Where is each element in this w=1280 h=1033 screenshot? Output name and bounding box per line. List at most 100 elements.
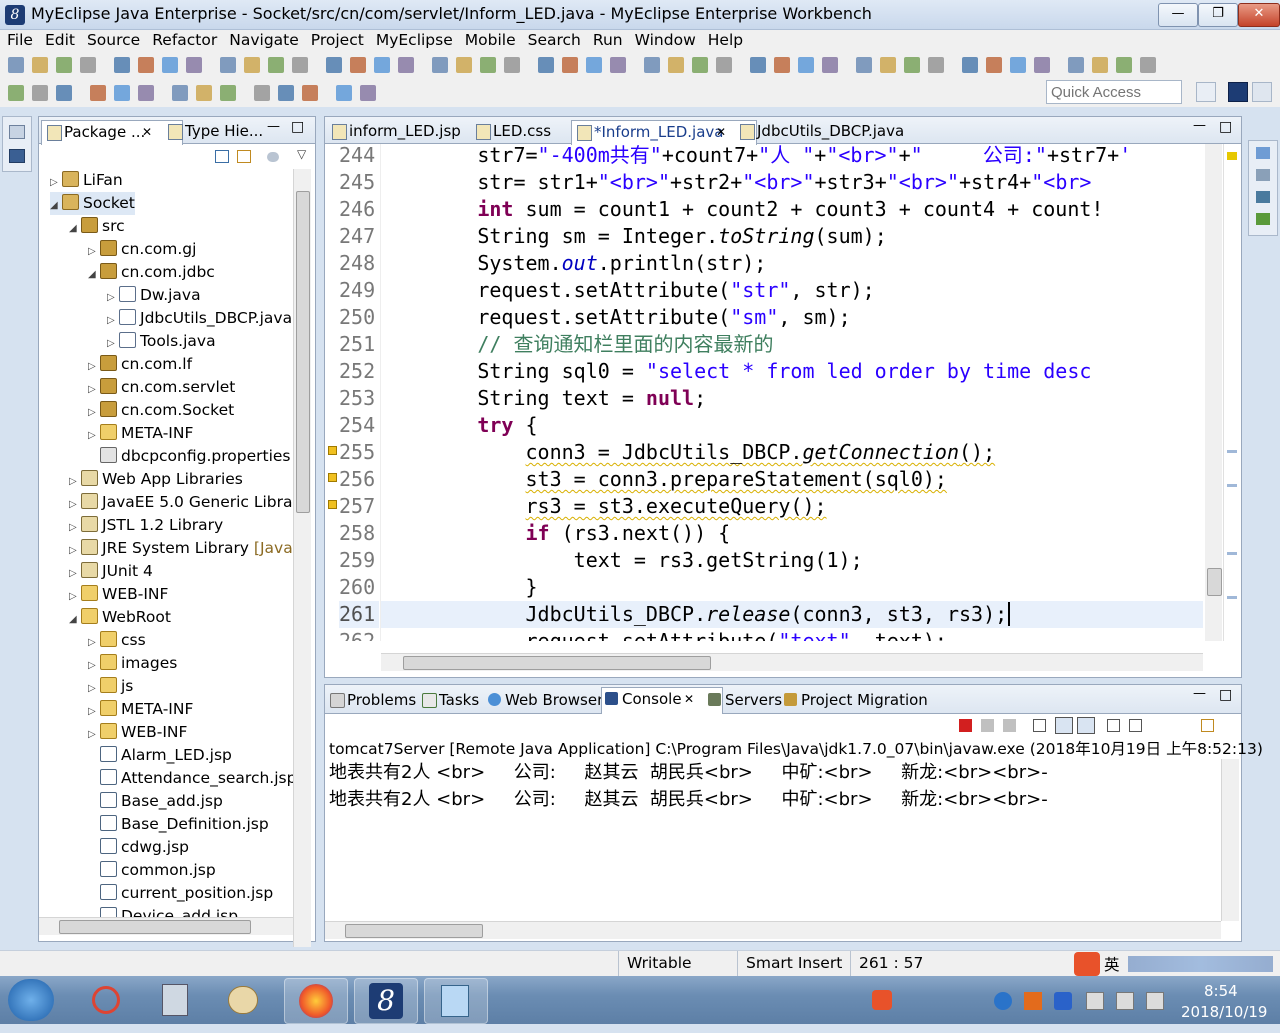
toolbar-icon[interactable]: [1092, 57, 1108, 73]
maximize-view-icon[interactable]: □: [1219, 119, 1232, 135]
console-output[interactable]: 地表共有2人 <br> 公司: 赵其云 胡民兵<br> 中矿:<br> 新龙:<…: [325, 759, 1215, 921]
toolbar-icon[interactable]: [928, 57, 944, 73]
toolbar-icon[interactable]: [196, 85, 212, 101]
overview-marker[interactable]: [1227, 596, 1237, 599]
toolbar-icon[interactable]: [538, 57, 554, 73]
toolbar-icon[interactable]: [302, 85, 318, 101]
ime-toolbar-icons[interactable]: [1128, 956, 1273, 972]
tree-item[interactable]: ◢ cn.com.jdbc: [88, 261, 215, 284]
toolbar-icon[interactable]: [562, 57, 578, 73]
toolbar-icon[interactable]: [962, 57, 978, 73]
tree-item[interactable]: ▷ cn.com.servlet: [88, 376, 235, 399]
toolbar-icon[interactable]: [880, 57, 896, 73]
start-button-icon[interactable]: [8, 979, 54, 1021]
toolbar-icon[interactable]: [822, 57, 838, 73]
outline-view-icon[interactable]: [1256, 147, 1270, 159]
open-console-icon[interactable]: [1201, 719, 1214, 732]
display-console-icon[interactable]: [1129, 719, 1142, 732]
menu-myeclipse[interactable]: MyEclipse: [369, 30, 458, 50]
warning-marker-icon[interactable]: [328, 446, 337, 455]
collapsed-arrow-icon[interactable]: ▷: [69, 516, 81, 539]
overview-marker[interactable]: [1227, 484, 1237, 487]
network-icon[interactable]: [1116, 992, 1134, 1010]
view-filters-icon[interactable]: [267, 152, 279, 162]
collapsed-arrow-icon[interactable]: ▷: [107, 332, 119, 355]
security-shield-icon[interactable]: [1054, 992, 1072, 1010]
toolbar-icon[interactable]: [114, 57, 130, 73]
tree-item[interactable]: ▷ WEB-INF: [88, 721, 187, 744]
menu-help[interactable]: Help: [701, 30, 748, 50]
console-vertical-scrollbar[interactable]: [1221, 759, 1239, 921]
console-horizontal-scrollbar[interactable]: [325, 921, 1221, 939]
toolbar-icon[interactable]: [692, 57, 708, 73]
toolbar-icon[interactable]: [32, 57, 48, 73]
collapsed-arrow-icon[interactable]: ▷: [69, 585, 81, 608]
menu-search[interactable]: Search: [521, 30, 586, 50]
tree-item[interactable]: current_position.jsp: [88, 882, 273, 905]
toolbar-icon[interactable]: [374, 57, 390, 73]
tab-web-browser[interactable]: Web Browser: [485, 689, 603, 711]
tree-item[interactable]: ▷ JavaEE 5.0 Generic Library: [69, 491, 295, 514]
tree-item[interactable]: ▷ Web App Libraries: [69, 468, 243, 491]
tree-item[interactable]: ▷ Dw.java: [107, 284, 201, 307]
expanded-arrow-icon[interactable]: ◢: [50, 194, 62, 217]
pin-console-icon[interactable]: [1107, 719, 1120, 732]
toolbar-icon[interactable]: [8, 57, 24, 73]
tree-item[interactable]: ▷ Tools.java: [107, 330, 216, 353]
scroll-lock-icon[interactable]: [1055, 717, 1073, 734]
toolbar-icon[interactable]: [398, 57, 414, 73]
tree-item[interactable]: Base_Definition.jsp: [88, 813, 269, 836]
tree-item[interactable]: Alarm_LED.jsp: [88, 744, 232, 767]
tab-inform-led-java[interactable]: *Inform_LED.java ✕: [571, 120, 757, 145]
toolbar-icon[interactable]: [186, 57, 202, 73]
toolbar-icon[interactable]: [138, 57, 154, 73]
tree-item[interactable]: ▷ JSTL 1.2 Library: [69, 514, 223, 537]
menu-source[interactable]: Source: [80, 30, 145, 50]
tree-item[interactable]: ▷ cn.com.Socket: [88, 399, 234, 422]
toolbar-icon[interactable]: [56, 85, 72, 101]
collapsed-arrow-icon[interactable]: ▷: [69, 470, 81, 493]
minimize-button[interactable]: —: [1158, 3, 1198, 27]
collapsed-arrow-icon[interactable]: ▷: [69, 539, 81, 562]
code-area[interactable]: str7="-400m共有"+count7+"人 "+"<br>"+" 公司:"…: [381, 144, 1203, 641]
toolbar-icon[interactable]: [8, 85, 24, 101]
toolbar-icon[interactable]: [244, 57, 260, 73]
restore-button[interactable]: ❐: [1198, 3, 1238, 27]
toolbar-icon[interactable]: [1010, 57, 1026, 73]
warning-marker[interactable]: [1227, 152, 1237, 160]
tab-problems[interactable]: Problems: [327, 689, 416, 711]
word-wrap-icon[interactable]: [1077, 717, 1095, 734]
collapsed-arrow-icon[interactable]: ▷: [88, 240, 100, 263]
explorer-scroll-thumb[interactable]: [296, 191, 310, 513]
toolbar-icon[interactable]: [1116, 57, 1132, 73]
tab-package-explorer[interactable]: Package ... ✕: [41, 120, 183, 145]
toolbar-icon[interactable]: [644, 57, 660, 73]
collapsed-arrow-icon[interactable]: ▷: [107, 309, 119, 332]
collapsed-arrow-icon[interactable]: ▷: [88, 631, 100, 654]
menu-refactor[interactable]: Refactor: [145, 30, 222, 50]
toolbar-icon[interactable]: [56, 57, 72, 73]
view-menu-chevron-down-icon[interactable]: ▽: [297, 147, 306, 161]
remove-all-icon[interactable]: [1003, 719, 1016, 732]
link-with-editor-icon[interactable]: [237, 150, 251, 163]
tray-app-icon[interactable]: [1024, 992, 1042, 1010]
variables-view-icon[interactable]: [1256, 169, 1270, 181]
toolbar-icon[interactable]: [1034, 57, 1050, 73]
toolbar-icon[interactable]: [798, 57, 814, 73]
toolbar-icon[interactable]: [326, 57, 342, 73]
collapsed-arrow-icon[interactable]: ▷: [88, 723, 100, 746]
sogou-ime-icon[interactable]: [1074, 952, 1100, 976]
menu-edit[interactable]: Edit: [38, 30, 80, 50]
warning-marker-icon[interactable]: [328, 473, 337, 482]
toolbar-icon[interactable]: [432, 57, 448, 73]
collapsed-arrow-icon[interactable]: ▷: [88, 424, 100, 447]
remove-launch-icon[interactable]: [981, 719, 994, 732]
toolbar-icon[interactable]: [986, 57, 1002, 73]
tree-item[interactable]: ◢ Socket: [50, 192, 135, 215]
toolbar-icon[interactable]: [220, 57, 236, 73]
notepad-taskbar-icon[interactable]: [424, 978, 488, 1024]
collapsed-arrow-icon[interactable]: ▷: [88, 677, 100, 700]
toolbar-icon[interactable]: [172, 85, 188, 101]
toolbar-icon[interactable]: [220, 85, 236, 101]
tree-item[interactable]: dbcpconfig.properties: [88, 445, 291, 468]
